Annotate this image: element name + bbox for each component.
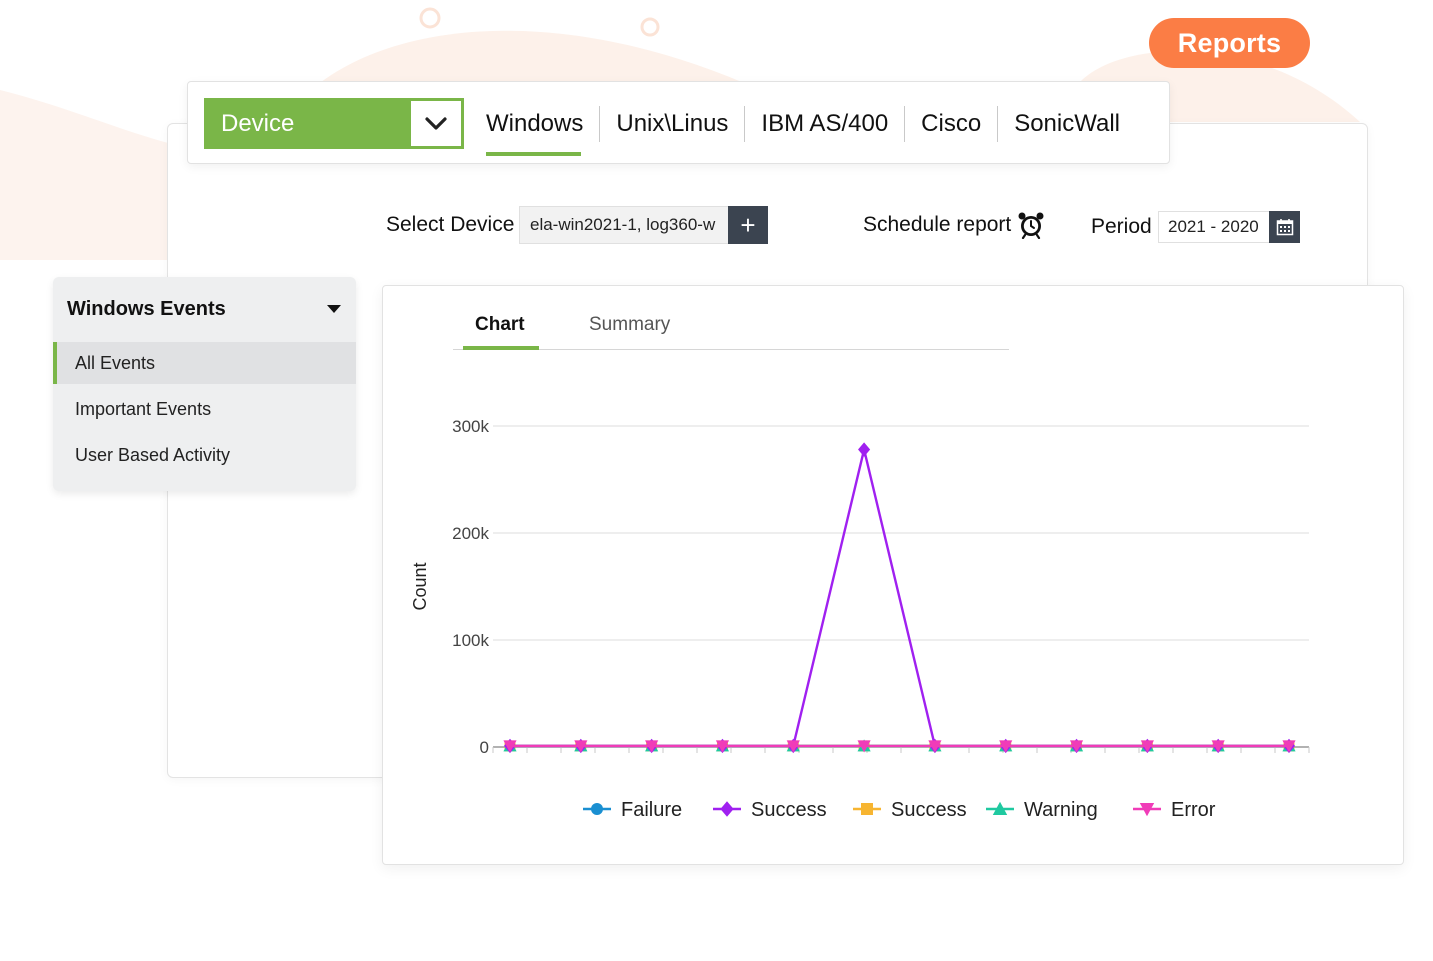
select-device-label: Select Device: [386, 213, 515, 236]
sidebar-item-user-based-activity[interactable]: User Based Activity: [53, 434, 356, 476]
tab-sonicwall[interactable]: SonicWall: [997, 105, 1136, 142]
sidebar-header[interactable]: Windows Events: [53, 277, 356, 342]
sidebar-item-all-events[interactable]: All Events: [53, 342, 356, 384]
calendar-icon[interactable]: [1269, 211, 1300, 243]
line-chart: 0 100k 200k 300k Count Failure Success Success W…: [410, 417, 1310, 821]
y-tick-label: 0: [480, 738, 489, 757]
sidebar-item-important-events[interactable]: Important Events: [53, 388, 356, 430]
add-device-button[interactable]: +: [728, 206, 768, 244]
caret-down-icon[interactable]: [326, 301, 342, 319]
series-line: [510, 449, 1289, 748]
legend-marker: [861, 803, 873, 815]
device-dropdown-label: Device: [221, 109, 295, 137]
legend-label: Warning: [1024, 799, 1098, 821]
schedule-report-label: Schedule report: [863, 213, 1012, 236]
legend-label: Failure: [621, 799, 682, 821]
y-tick-label: 300k: [452, 417, 489, 436]
legend-label: Success: [891, 799, 967, 821]
device-input[interactable]: ela-win2021-1, log360-w: [519, 206, 729, 244]
period-label: Period: [1091, 215, 1152, 238]
legend-marker: [591, 803, 603, 815]
y-tick-label: 200k: [452, 524, 489, 543]
tab-unix-linux[interactable]: Unix\Linus: [599, 105, 744, 142]
tab-cisco[interactable]: Cisco: [904, 105, 997, 142]
y-tick-label: 100k: [452, 631, 489, 650]
y-axis-label: Count: [410, 562, 430, 610]
chart-card: Chart Summary 0 100k 200k 300k Count Failure S…: [382, 285, 1404, 865]
tab-windows[interactable]: Windows: [486, 106, 599, 156]
tab-ibm-as400[interactable]: IBM AS/400: [744, 105, 904, 142]
period-input[interactable]: 2021 - 2020: [1158, 211, 1270, 243]
alarm-clock-icon[interactable]: [1017, 211, 1045, 240]
legend-label: Success: [751, 799, 827, 821]
device-type-bar: Device Windows Unix\Linus IBM AS/400 Cis…: [187, 81, 1170, 164]
os-tabs: Windows Unix\Linus IBM AS/400 Cisco Soni…: [486, 82, 1136, 165]
device-dropdown[interactable]: Device: [204, 98, 464, 149]
sidebar-title: Windows Events: [67, 298, 226, 320]
legend-marker: [720, 801, 734, 817]
data-point: [858, 442, 871, 457]
chevron-down-icon[interactable]: [411, 101, 461, 146]
reports-button[interactable]: Reports: [1149, 18, 1310, 68]
legend-label: Error: [1171, 799, 1216, 821]
windows-events-sidebar: Windows Events All Events Important Even…: [53, 277, 356, 491]
